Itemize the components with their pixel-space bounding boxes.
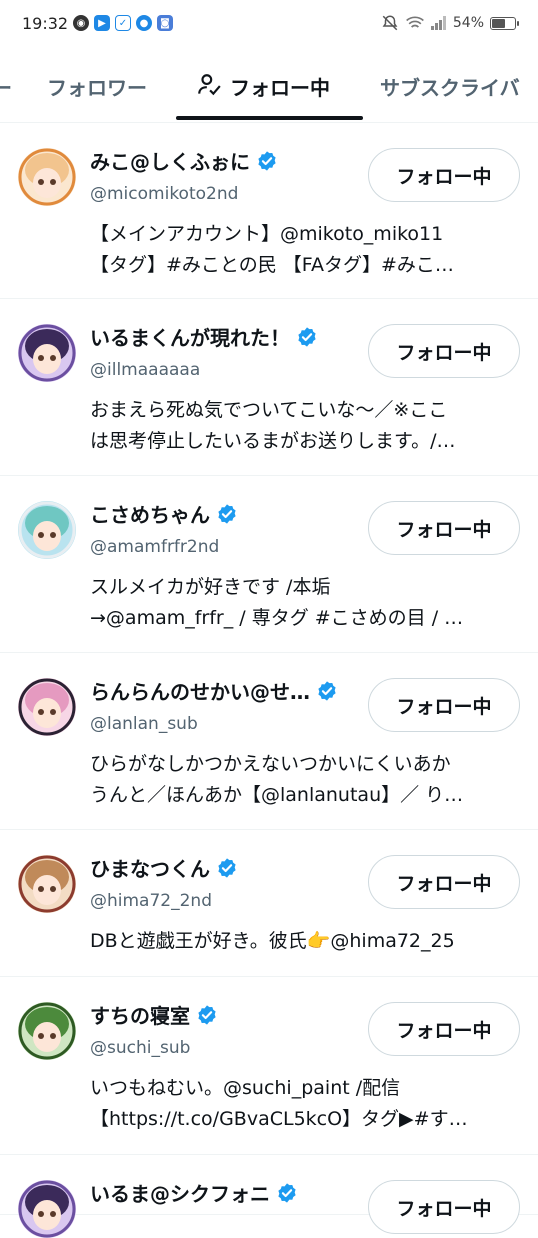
avatar[interactable]: [18, 501, 76, 559]
youtube-icon: ▶: [94, 15, 110, 31]
verified-badge-icon: [258, 150, 276, 171]
following-button[interactable]: フォロー中: [368, 1002, 520, 1056]
tab-followers[interactable]: フォロワー: [47, 72, 147, 101]
person-check-icon: [198, 74, 221, 96]
user-name[interactable]: らんらんのせかい@せ…: [90, 676, 310, 705]
signal-icon: [430, 16, 446, 30]
mute-icon: [382, 15, 398, 31]
following-button[interactable]: フォロー中: [368, 1180, 520, 1234]
shield-icon: ✓: [115, 15, 131, 31]
bio-line: 【タグ】#みことの民 【FAタグ】#みこ…: [90, 254, 454, 276]
user-bio: いつもねむい。@suchi_paint /配信【https://t.co/GBv…: [90, 1073, 520, 1135]
user-handle: @lanlan_sub: [90, 714, 198, 734]
following-button[interactable]: フォロー中: [368, 501, 520, 555]
user-name[interactable]: こさめちゃん: [90, 499, 210, 528]
game-app-icon: ●: [136, 15, 152, 31]
following-button[interactable]: フォロー中: [368, 678, 520, 732]
verified-badge-icon: [218, 503, 236, 524]
bio-line: おまえら死ぬ気でついてこいな〜／※ここ: [90, 399, 448, 421]
bio-line: 【https://t.co/GBvaCL5kcO】タグ▶#す…: [90, 1108, 468, 1130]
bio-line: DBと遊戯王が好き。彼氏👉@hima72_25: [90, 930, 455, 952]
avatar[interactable]: [18, 324, 76, 382]
bio-line: は思考停止したいるまがお送りします。/…: [90, 430, 456, 452]
status-bar: 19:32 ◉ ▶ ✓ ● ◙ 54%: [0, 0, 538, 50]
following-button[interactable]: フォロー中: [368, 855, 520, 909]
user-row[interactable]: いるまくんが現れた！ @illmaaaaaa おまえら死ぬ気でついてこいな〜／※…: [0, 298, 538, 476]
avatar[interactable]: [18, 1180, 76, 1238]
tab-following-label: フォロー中: [230, 76, 330, 100]
discord-icon: ◙: [157, 15, 173, 31]
user-handle: @micomikoto2nd: [90, 184, 239, 204]
app-notification-icon: ◉: [73, 15, 89, 31]
bio-line: 【メインアカウント】@mikoto_miko11: [90, 223, 444, 245]
user-row[interactable]: すちの寝室 @suchi_sub いつもねむい。@suchi_paint /配信…: [0, 976, 538, 1155]
tab-previous[interactable]: ー: [0, 72, 12, 101]
avatar[interactable]: [18, 148, 76, 206]
status-time: 19:32: [22, 14, 69, 33]
user-name[interactable]: ひまなつくん: [90, 853, 210, 882]
verified-badge-icon: [298, 326, 316, 347]
bio-line: →@amam_frfr_ / 専タグ #こさめの目 / …: [90, 607, 464, 629]
user-handle: @illmaaaaaa: [90, 360, 201, 380]
tab-indicator: [176, 116, 363, 120]
bio-line: いつもねむい。@suchi_paint /配信: [90, 1077, 401, 1099]
battery-percent: 54%: [452, 15, 484, 31]
user-row[interactable]: らんらんのせかい@せ… @lanlan_sub ひらがなしかつかえないつかいにく…: [0, 652, 538, 830]
user-row[interactable]: こさめちゃん @amamfrfr2nd スルメイカが好きです /本垢 →@amam…: [0, 475, 538, 653]
user-bio: おまえら死ぬ気でついてこいな〜／※ここ は思考停止したいるまがお送りします。/…: [90, 395, 520, 457]
user-bio: ひらがなしかつかえないつかいにくいあか うんと／ほんあか【@lanlanutau】…: [90, 749, 520, 811]
bio-line: うんと／ほんあか【@lanlanutau】／ り…: [90, 784, 464, 806]
avatar[interactable]: [18, 678, 76, 736]
verified-badge-icon: [318, 680, 336, 701]
user-handle: @suchi_sub: [90, 1038, 191, 1058]
user-handle: @hima72_2nd: [90, 891, 212, 911]
user-handle: @amamfrfr2nd: [90, 537, 220, 557]
user-name[interactable]: すちの寝室: [90, 1000, 190, 1029]
wifi-icon: [405, 16, 424, 28]
user-name[interactable]: いるま@シクフォニ: [90, 1178, 270, 1207]
bio-line: スルメイカが好きです /本垢: [90, 576, 331, 598]
following-button[interactable]: フォロー中: [368, 148, 520, 202]
user-bio: 【メインアカウント】@mikoto_miko11 【タグ】#みことの民 【FAタグ…: [90, 219, 520, 281]
user-bio: DBと遊戯王が好き。彼氏👉@hima72_25: [90, 926, 520, 957]
verified-badge-icon: [218, 857, 236, 878]
user-name[interactable]: みこ@しくふぉに: [90, 146, 250, 175]
verified-badge-icon: [198, 1004, 216, 1025]
user-row[interactable]: ひまなつくん @hima72_2nd DBと遊戯王が好き。彼氏👉@hima72_…: [0, 829, 538, 977]
follow-tabs: ー フォロワー フォロー中 サブスクライバ: [0, 50, 538, 123]
user-bio: スルメイカが好きです /本垢 →@amam_frfr_ / 専タグ #こさめの目 …: [90, 572, 520, 634]
tab-subscribers[interactable]: サブスクライバ: [380, 72, 520, 101]
following-button[interactable]: フォロー中: [368, 324, 520, 378]
avatar[interactable]: [18, 855, 76, 913]
bio-line: ひらがなしかつかえないつかいにくいあか: [90, 753, 451, 775]
user-row[interactable]: みこ@しくふぉに @micomikoto2nd 【メインアカウント】@mikot…: [0, 122, 538, 299]
verified-badge-icon: [278, 1182, 296, 1203]
user-name[interactable]: いるまくんが現れた！: [90, 322, 290, 351]
battery-icon: [490, 16, 519, 30]
tab-following[interactable]: フォロー中: [196, 72, 330, 101]
avatar[interactable]: [18, 1002, 76, 1060]
user-row[interactable]: いるま@シクフォニ フォロー中: [0, 1154, 538, 1238]
